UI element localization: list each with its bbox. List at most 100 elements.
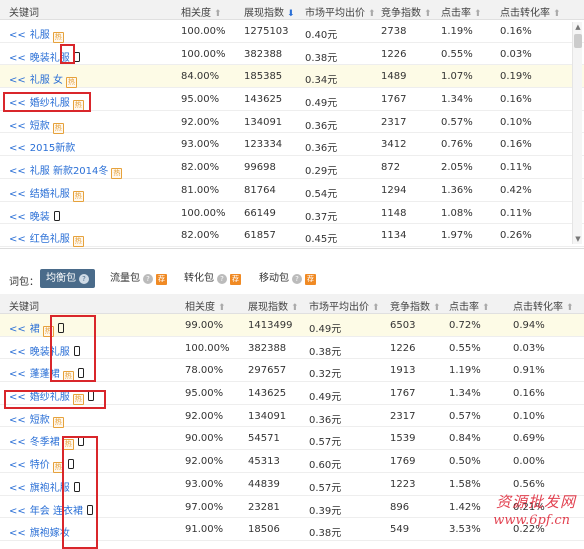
keyword-text[interactable]: 短款 — [30, 121, 50, 132]
table-row[interactable]: << 礼服 新款2014冬热 82.00% 99698 0.29元 872 2.05% 0.1… — [0, 156, 584, 180]
add-keyword-link[interactable]: << — [9, 483, 26, 494]
sort-arrow-icon[interactable]: ⬆ — [214, 9, 222, 19]
col-impressions[interactable]: 展现指数 ⬆ — [248, 298, 299, 313]
table-row[interactable]: << 红色礼服热 82.00% 61857 0.45元 1134 1.97% 0.26% — [0, 224, 584, 248]
avg-bid-cell: 0.38元 — [309, 528, 342, 540]
package-tab[interactable]: 均衡包? — [40, 269, 95, 288]
table-row[interactable]: << 晚装礼服 100.00% 382388 0.38元 1226 0.55% 0.03% — [0, 43, 584, 66]
keyword-cell[interactable]: << 结婚礼服热 — [9, 185, 84, 202]
add-keyword-link[interactable]: << — [9, 369, 26, 380]
keyword-text[interactable]: 冬季裙 — [30, 437, 60, 448]
impressions-cell: 54571 — [248, 433, 280, 445]
add-keyword-link[interactable]: << — [9, 460, 26, 471]
col-avg-bid[interactable]: 市场平均出价 ⬆ — [309, 298, 380, 313]
add-keyword-link[interactable]: << — [9, 324, 26, 335]
col-competition[interactable]: 竞争指数 ⬆ — [381, 4, 432, 19]
col-cvr[interactable]: 点击转化率 ⬆ — [513, 298, 574, 313]
sort-arrow-active-icon[interactable]: ⬇ — [287, 9, 295, 19]
add-keyword-link[interactable]: << — [9, 143, 26, 154]
col-ctr[interactable]: 点击率 ⬆ — [449, 298, 490, 313]
scroll-thumb[interactable] — [574, 34, 582, 48]
package-tab-label[interactable]: 流量包 — [110, 273, 140, 284]
add-keyword-link[interactable]: << — [9, 415, 26, 426]
add-keyword-link[interactable]: << — [9, 189, 26, 200]
add-keyword-link[interactable]: << — [9, 212, 26, 223]
relevance-cell: 84.00% — [181, 71, 220, 83]
table-row[interactable]: << 结婚礼服热 81.00% 81764 0.54元 1294 1.36% 0.42% — [0, 179, 584, 202]
col-avg-bid[interactable]: 市场平均出价 ⬆ — [305, 4, 376, 19]
keyword-cell[interactable]: << 晚装 — [9, 208, 60, 223]
add-keyword-link[interactable]: << — [9, 347, 26, 358]
add-keyword-link[interactable]: << — [9, 234, 26, 245]
ctr-cell: 0.50% — [449, 456, 481, 468]
table-row[interactable]: << 晚装 100.00% 66149 0.37元 1148 1.08% 0.11% — [0, 202, 584, 225]
sort-arrow-icon[interactable]: ⬆ — [372, 303, 380, 313]
help-icon[interactable]: ? — [292, 274, 302, 284]
add-keyword-link[interactable]: << — [9, 121, 26, 132]
relevance-cell: 82.00% — [181, 162, 220, 174]
avg-bid-cell: 0.39元 — [309, 505, 342, 517]
package-tab[interactable]: 移动包? 荐 — [253, 269, 322, 288]
keyword-text[interactable]: 结婚礼服 — [30, 189, 70, 200]
sort-arrow-icon[interactable]: ⬆ — [566, 303, 574, 313]
keyword-cell[interactable]: << 礼服 新款2014冬热 — [9, 162, 123, 180]
keyword-cell[interactable]: << 红色礼服热 — [9, 230, 84, 248]
table-row[interactable]: << 2015新款 93.00% 123334 0.36元 3412 0.76% 0.16% — [0, 133, 584, 157]
col-keyword[interactable]: 关键词 — [9, 298, 39, 313]
keyword-text[interactable]: 短款 — [30, 415, 50, 426]
table-row[interactable]: << 短款热 92.00% 134091 0.36元 2317 0.57% 0.10% — [0, 111, 584, 134]
add-keyword-link[interactable]: << — [9, 437, 26, 448]
package-tab[interactable]: 流量包? 荐 — [104, 269, 173, 288]
keyword-text[interactable]: 特价 — [30, 460, 50, 471]
col-competition[interactable]: 竞争指数 ⬆ — [390, 298, 441, 313]
col-relevance[interactable]: 相关度 ⬆ — [181, 4, 222, 19]
table-row[interactable]: << 礼服热 100.00% 1275103 0.40元 2738 1.19% 0.16% — [0, 20, 584, 43]
sort-arrow-icon[interactable]: ⬆ — [433, 303, 441, 313]
keyword-text[interactable]: 2015新款 — [30, 143, 75, 154]
keyword-cell[interactable]: << 短款热 — [9, 411, 64, 428]
scroll-up-icon[interactable]: ▲ — [574, 23, 582, 31]
ctr-cell: 1.19% — [441, 26, 473, 37]
keyword-text[interactable]: 礼服 新款2014冬 — [30, 166, 109, 177]
add-keyword-link[interactable]: << — [9, 166, 26, 177]
keyword-text[interactable]: 晚装 — [30, 212, 50, 223]
add-keyword-link[interactable]: << — [9, 30, 26, 41]
scrollbar[interactable]: ▲ ▼ — [572, 22, 582, 244]
package-tab[interactable]: 转化包? 荐 — [178, 269, 247, 288]
keyword-text[interactable]: 礼服 女 — [30, 75, 63, 86]
competition-cell: 2317 — [390, 410, 416, 422]
keyword-cell[interactable]: << 2015新款 — [9, 139, 75, 154]
col-impressions[interactable]: 展现指数 ⬇ — [244, 4, 295, 19]
package-tab-label[interactable]: 转化包 — [184, 273, 214, 284]
scroll-down-icon[interactable]: ▼ — [574, 235, 582, 243]
col-cvr[interactable]: 点击转化率 ⬆ — [500, 4, 561, 19]
keyword-text[interactable]: 礼服 — [30, 30, 50, 41]
sort-arrow-icon[interactable]: ⬆ — [291, 303, 299, 313]
package-tab-label[interactable]: 均衡包 — [46, 273, 76, 284]
help-icon[interactable]: ? — [217, 274, 227, 284]
col-relevance[interactable]: 相关度 ⬆ — [185, 298, 226, 313]
sort-arrow-icon[interactable]: ⬆ — [424, 9, 432, 19]
col-keyword[interactable]: 关键词 — [9, 4, 39, 19]
sort-arrow-icon[interactable]: ⬆ — [482, 303, 490, 313]
package-tab-label[interactable]: 移动包 — [259, 273, 289, 284]
sort-arrow-icon[interactable]: ⬆ — [474, 9, 482, 19]
add-keyword-link[interactable]: << — [9, 506, 26, 517]
sort-arrow-icon[interactable]: ⬆ — [553, 9, 561, 19]
keyword-cell[interactable]: << 礼服 女热 — [9, 71, 77, 89]
add-keyword-link[interactable]: << — [9, 75, 26, 86]
help-icon[interactable]: ? — [143, 274, 153, 284]
avg-bid-cell: 0.36元 — [305, 120, 338, 132]
col-ctr[interactable]: 点击率 ⬆ — [441, 4, 482, 19]
table-row[interactable]: << 礼服 女热 84.00% 185385 0.34元 1489 1.07% 0.19% — [0, 65, 584, 89]
sort-arrow-icon[interactable]: ⬆ — [218, 303, 226, 313]
keyword-cell[interactable]: << 短款热 — [9, 117, 64, 134]
keyword-text[interactable]: 裙 — [30, 324, 40, 335]
keyword-cell[interactable]: << 礼服热 — [9, 26, 64, 43]
keyword-text[interactable]: 红色礼服 — [30, 234, 70, 245]
keyword-cell[interactable]: << 旗袍嫁妆 — [9, 524, 70, 539]
add-keyword-link[interactable]: << — [9, 528, 26, 539]
sort-arrow-icon[interactable]: ⬆ — [368, 9, 376, 19]
add-keyword-link[interactable]: << — [9, 53, 26, 64]
help-icon[interactable]: ? — [79, 274, 89, 284]
